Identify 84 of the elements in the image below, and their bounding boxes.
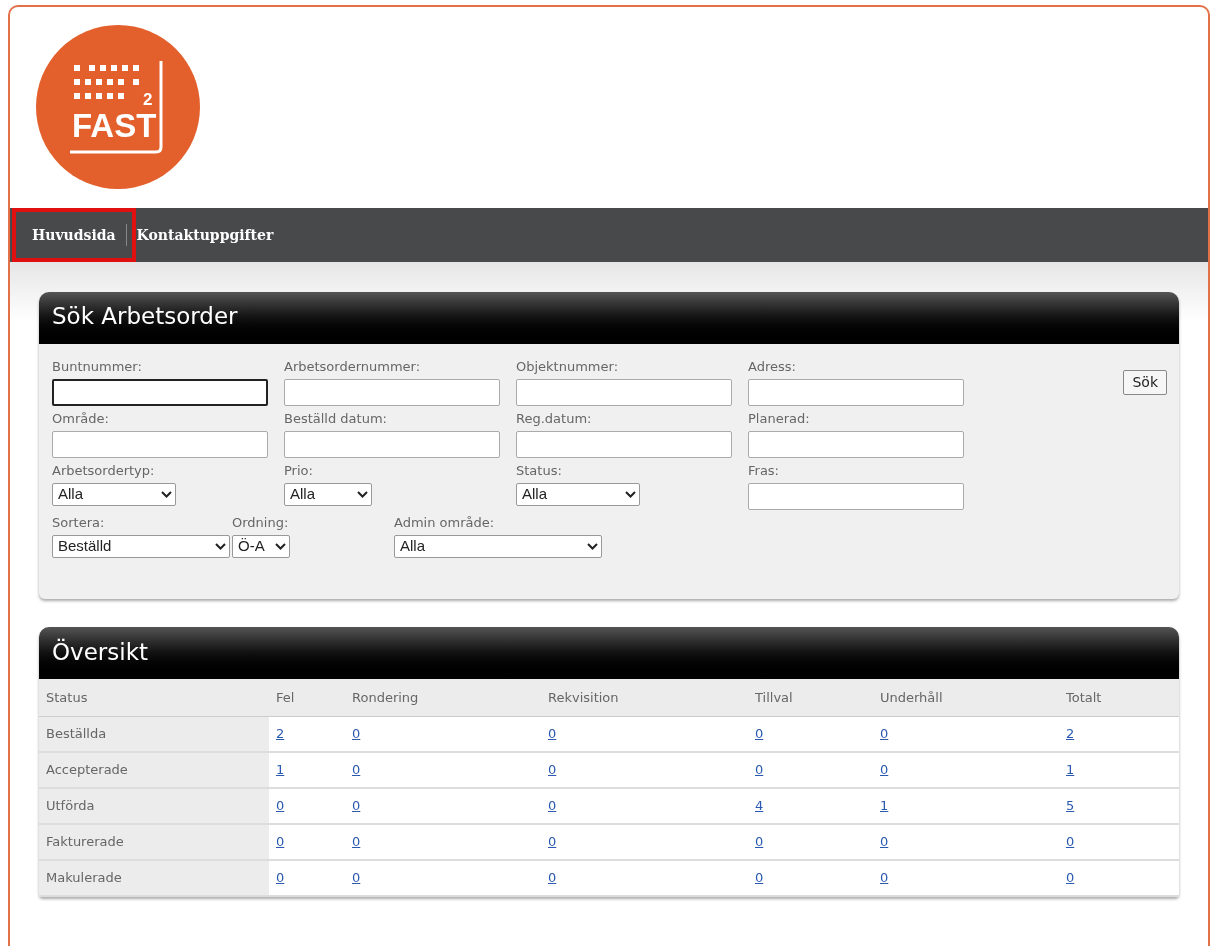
row-label: Utförda [46, 798, 95, 814]
count-link[interactable]: 0 [1066, 870, 1075, 886]
column-header: Rondering [352, 689, 419, 705]
count-link[interactable]: 0 [880, 870, 889, 886]
count-link[interactable]: 0 [548, 798, 557, 814]
input-field[interactable] [52, 379, 268, 406]
search-button[interactable]: Sök [1123, 370, 1167, 395]
count-link[interactable]: 1 [880, 798, 889, 814]
chevron-down-icon [625, 491, 636, 498]
count-link[interactable]: 0 [548, 762, 557, 778]
column-header: Fel [276, 689, 295, 705]
field-label: Planerad: [748, 410, 811, 428]
count-link[interactable]: 1 [1066, 762, 1075, 778]
row-label: Beställda [46, 726, 107, 741]
column-header: Status [46, 689, 88, 705]
count-link[interactable]: 0 [755, 834, 764, 850]
chevron-down-icon [161, 491, 172, 498]
count-link[interactable]: 2 [1066, 726, 1075, 741]
count-link[interactable]: 0 [352, 798, 361, 814]
field-label: Reg.datum: [516, 410, 593, 428]
count-link[interactable]: 0 [352, 762, 361, 778]
count-link[interactable]: 0 [548, 834, 557, 850]
chevron-down-icon [215, 543, 226, 550]
field-label: Status: [516, 462, 563, 480]
count-link[interactable]: 0 [755, 726, 764, 741]
row-label: Fakturerade [46, 834, 124, 850]
field-label: Admin område: [394, 514, 496, 532]
field-label: Ordning: [232, 514, 290, 532]
count-link[interactable]: 0 [548, 870, 557, 886]
field-label: Fras: [748, 462, 780, 480]
field-label: Område: [52, 410, 110, 428]
field-label: Sortera: [52, 514, 106, 532]
logo-superscript: 2 [143, 91, 153, 108]
input-field[interactable] [748, 431, 964, 458]
count-link[interactable]: 0 [352, 834, 361, 850]
panel-title: Översikt [39, 627, 1179, 679]
input-field[interactable] [516, 431, 732, 458]
count-link[interactable]: 0 [880, 762, 889, 778]
field-label: Arbetsordertyp: [52, 462, 156, 480]
count-link[interactable]: 0 [276, 870, 285, 886]
input-field[interactable] [748, 483, 964, 510]
count-link[interactable]: 0 [548, 726, 557, 741]
field-label: Objektnummer: [516, 358, 620, 376]
count-link[interactable]: 0 [755, 870, 764, 886]
logo-wordmark: FAST [72, 109, 157, 142]
dropdown[interactable]: Alla [284, 483, 372, 506]
column-header: Rekvisition [548, 689, 619, 705]
count-link[interactable]: 0 [352, 726, 361, 741]
dropdown[interactable]: Beställd [52, 535, 230, 558]
column-header: Tillval [755, 689, 793, 705]
input-field[interactable] [284, 379, 500, 406]
field-label: Prio: [284, 462, 314, 480]
count-link[interactable]: 0 [880, 726, 889, 741]
chevron-down-icon [275, 543, 286, 550]
row-label: Makulerade [46, 870, 122, 886]
field-label: Buntnummer: [52, 358, 143, 376]
chevron-down-icon [587, 543, 598, 550]
field-label: Arbetsordernummer: [284, 358, 422, 376]
count-link[interactable]: 5 [1066, 798, 1075, 814]
count-link[interactable]: 0 [276, 834, 285, 850]
dropdown[interactable]: Ö-A [232, 535, 290, 558]
panel-title: Sök Arbetsorder [39, 292, 1179, 344]
count-link[interactable]: 1 [276, 762, 285, 778]
chevron-down-icon [357, 491, 368, 498]
column-header: Totalt [1066, 689, 1102, 705]
dropdown[interactable]: Alla [52, 483, 176, 506]
input-field[interactable] [516, 379, 732, 406]
count-link[interactable]: 0 [352, 870, 361, 886]
dropdown[interactable]: Alla [516, 483, 640, 506]
corner-line-icon [70, 61, 166, 155]
dropdown[interactable]: Alla [394, 535, 602, 558]
count-link[interactable]: 0 [755, 762, 764, 778]
count-link[interactable]: 0 [1066, 834, 1075, 850]
input-field[interactable] [748, 379, 964, 406]
count-link[interactable]: 0 [276, 798, 285, 814]
count-link[interactable]: 0 [880, 834, 889, 850]
count-link[interactable]: 2 [276, 726, 285, 741]
row-label: Accepterade [46, 762, 128, 778]
field-label: Beställd datum: [284, 410, 388, 428]
input-field[interactable] [284, 431, 500, 458]
input-field[interactable] [52, 431, 268, 458]
count-link[interactable]: 4 [755, 798, 764, 814]
column-header: Underhåll [880, 689, 943, 705]
field-label: Adress: [748, 358, 797, 376]
